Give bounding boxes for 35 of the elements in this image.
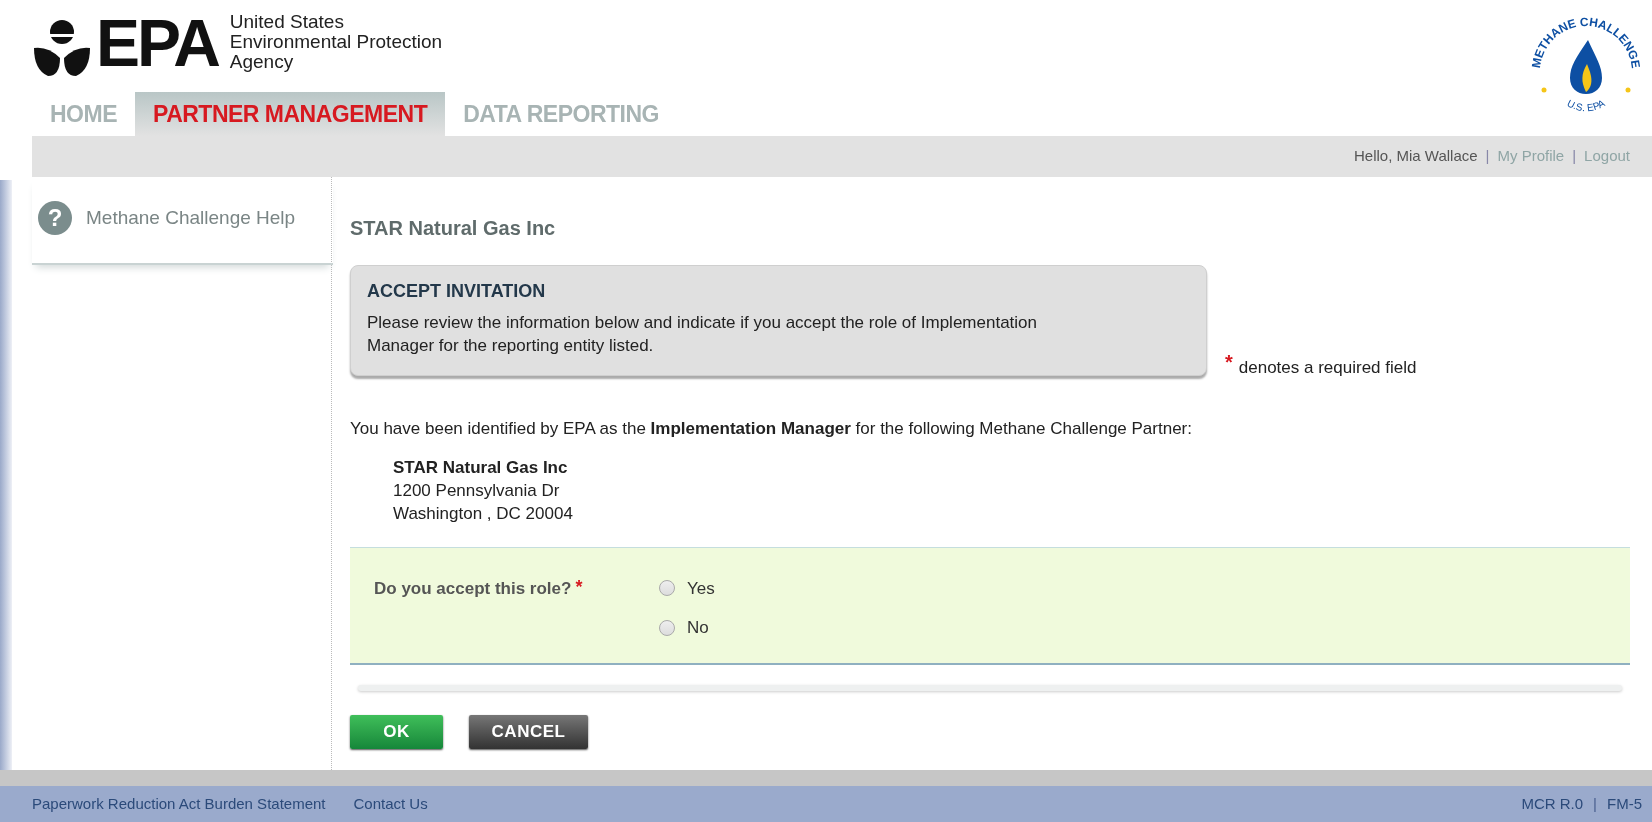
- required-asterisk: *: [575, 575, 583, 599]
- radio-option[interactable]: No: [659, 615, 715, 641]
- partner-name: STAR Natural Gas Inc: [393, 456, 569, 479]
- cancel-button[interactable]: CANCEL: [469, 714, 588, 749]
- ok-button[interactable]: OK: [350, 714, 443, 749]
- required-note: denotes a required field: [1238, 356, 1417, 379]
- agency-name-line: Environmental Protection: [229, 32, 443, 52]
- page-code: FM-5: [1607, 793, 1642, 814]
- separator: |: [1485, 146, 1490, 167]
- logout-link[interactable]: Logout: [1584, 145, 1630, 168]
- agency-name-line: Agency: [229, 52, 295, 72]
- question-label: Do you accept this role?: [374, 577, 572, 600]
- radio-button[interactable]: [659, 619, 675, 636]
- notice-text: Please review the information below and indicate if you accept the role of Implementation Manager for the reporting entity listed.: [367, 312, 1038, 357]
- separator: |: [1572, 146, 1577, 167]
- intro-text: You have been identified by EPA as the Implementation Manager for the following Methane Challenge Partner:: [350, 418, 1193, 440]
- greeting-text: Hello, Mia Wallace: [1353, 146, 1478, 167]
- agency-name-line: United States: [229, 12, 345, 32]
- footer-link[interactable]: Paperwork Reduction Act Burden Statement: [32, 792, 326, 816]
- footer-link[interactable]: Contact Us: [353, 792, 428, 816]
- version-text: MCR R.0: [1521, 793, 1584, 814]
- page-title: STAR Natural Gas Inc: [350, 216, 557, 241]
- notice-heading: ACCEPT INVITATION: [367, 280, 547, 303]
- nav-tab[interactable]: PARTNER MANAGEMENT: [135, 92, 446, 136]
- city-line: Washington , DC 20004: [393, 502, 574, 525]
- required-asterisk: *: [1225, 349, 1233, 375]
- radio-button[interactable]: [659, 580, 675, 597]
- radio-option[interactable]: Yes: [659, 575, 715, 601]
- seal-icon: [32, 18, 92, 78]
- help-icon: ?: [38, 201, 72, 235]
- separator: |: [1593, 793, 1597, 814]
- profile-link[interactable]: My Profile: [1497, 145, 1565, 168]
- street-address: 1200 Pennsylvania Dr: [393, 479, 561, 502]
- logo-text: EPA: [96, 10, 218, 76]
- help-link[interactable]: Methane Challenge Help: [86, 207, 296, 228]
